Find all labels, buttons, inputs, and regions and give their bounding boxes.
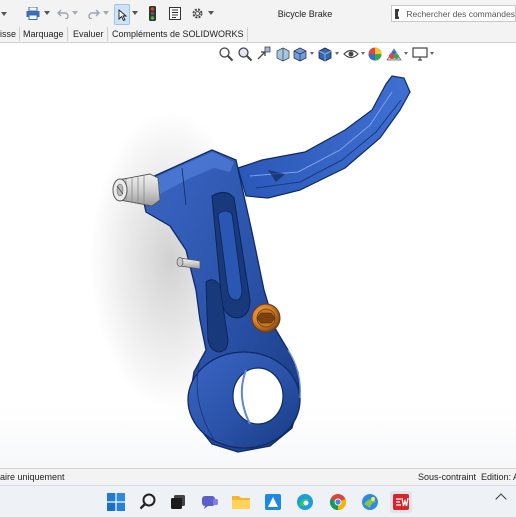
windows-taskbar xyxy=(0,485,516,517)
options-gear-icon[interactable] xyxy=(190,4,204,23)
command-search-input[interactable]: Rechercher des commandes xyxy=(391,5,516,22)
title-bar: Bicycle Brake Rechercher des commandes xyxy=(0,0,516,28)
select-arrow-icon[interactable] xyxy=(114,4,130,25)
edit-appearance-icon[interactable] xyxy=(367,46,383,62)
view-orientation-dropdown-icon[interactable] xyxy=(310,52,314,55)
app-icon[interactable] xyxy=(359,491,381,513)
search-icon[interactable] xyxy=(137,491,159,513)
edge-icon[interactable] xyxy=(294,491,316,513)
tab-complements[interactable]: Compléments de SOLIDWORKS xyxy=(109,27,248,41)
task-view-icon[interactable] xyxy=(167,491,189,513)
edition-status[interactable]: Edition: A xyxy=(481,469,516,485)
hide-show-dropdown-icon[interactable] xyxy=(361,52,365,55)
command-manager-tabs: isse Marquage Evaluer Compléments de SOL… xyxy=(0,27,516,43)
apply-scene-dropdown-icon[interactable] xyxy=(404,52,408,55)
print-dropdown-icon[interactable] xyxy=(44,11,50,15)
bicycle-brake-model[interactable] xyxy=(90,70,420,460)
file-explorer-icon[interactable] xyxy=(230,491,252,513)
windows-start-icon[interactable] xyxy=(105,491,127,513)
apply-scene-icon[interactable] xyxy=(386,46,402,62)
search-placeholder: Rechercher des commandes xyxy=(406,8,515,19)
zoom-to-fit-icon[interactable] xyxy=(218,46,234,62)
paint-icon[interactable] xyxy=(262,491,284,513)
brake-lever-blade xyxy=(237,75,411,199)
view-settings-monitor-icon[interactable] xyxy=(412,46,428,62)
rebuild-traffic-light-icon[interactable] xyxy=(147,4,157,23)
undo-icon[interactable] xyxy=(56,4,70,23)
hide-show-items-icon[interactable] xyxy=(343,46,359,62)
status-message: aire uniquement xyxy=(0,472,65,482)
view-orientation-icon[interactable] xyxy=(292,46,308,62)
display-style-icon[interactable] xyxy=(317,46,333,62)
menu-caret-icon[interactable] xyxy=(0,4,8,23)
pivot-screw xyxy=(251,303,281,333)
chrome-icon[interactable] xyxy=(327,491,349,513)
previous-view-icon[interactable] xyxy=(256,46,272,62)
select-dropdown-icon[interactable] xyxy=(132,11,138,15)
undo-dropdown-icon[interactable] xyxy=(72,11,78,15)
solidworks-icon[interactable] xyxy=(390,491,412,513)
redo-icon[interactable] xyxy=(87,4,101,23)
display-style-dropdown-icon[interactable] xyxy=(335,52,339,55)
zoom-to-area-icon[interactable] xyxy=(237,46,253,62)
barrel-adjuster xyxy=(112,173,161,207)
constraint-status: Sous-contraint xyxy=(418,472,477,482)
chevron-up-icon[interactable] xyxy=(495,493,507,505)
status-bar: aire uniquement Sous-contraint Edition: … xyxy=(0,468,516,485)
redo-dropdown-icon[interactable] xyxy=(103,11,109,15)
file-properties-icon[interactable] xyxy=(168,4,182,23)
section-view-icon[interactable] xyxy=(275,46,291,62)
document-title: Bicycle Brake xyxy=(277,9,333,19)
tab-evaluer[interactable]: Evaluer xyxy=(70,27,108,41)
view-settings-dropdown-icon[interactable] xyxy=(430,52,434,55)
print-icon[interactable] xyxy=(25,4,41,23)
command-search-icon xyxy=(395,8,403,19)
teams-chat-icon[interactable] xyxy=(199,491,221,513)
tab-marquage[interactable]: Marquage xyxy=(20,27,68,41)
tab-esquisse[interactable]: isse xyxy=(0,27,21,41)
options-dropdown-icon[interactable] xyxy=(208,11,214,15)
